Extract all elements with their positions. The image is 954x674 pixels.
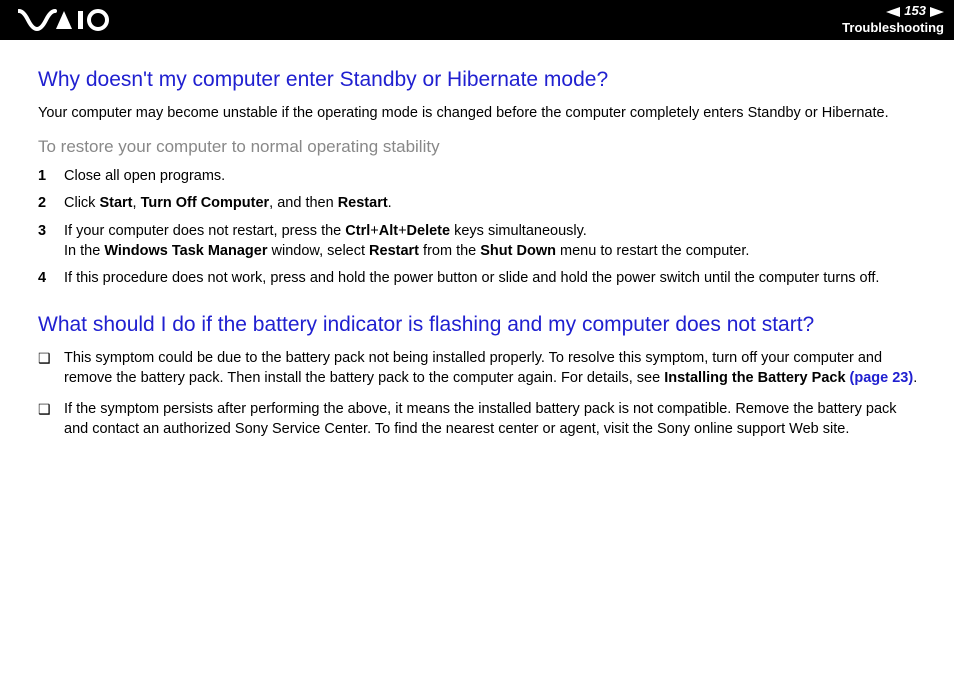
step-body: Click Start, Turn Off Computer, and then… [64,194,924,214]
prev-page-arrow-icon[interactable] [886,7,900,17]
step-item: 2 Click Start, Turn Off Computer, and th… [38,194,924,214]
step-body: Close all open programs. [64,167,924,187]
page-number: 153 [904,3,926,20]
bullet-item: ❑ If the symptom persists after performi… [38,400,924,439]
bullet-icon: ❑ [38,349,64,388]
step-item: 1 Close all open programs. [38,167,924,187]
vaio-logo [18,9,110,31]
bullet-list: ❑ This symptom could be due to the batte… [38,349,924,439]
bullet-item: ❑ This symptom could be due to the batte… [38,349,924,388]
step-number: 3 [38,222,64,261]
header-bar: 153 Troubleshooting [0,0,954,40]
question-heading-2: What should I do if the battery indicato… [38,311,924,339]
step-number: 1 [38,167,64,187]
page-content: Why doesn't my computer enter Standby or… [0,40,954,461]
next-page-arrow-icon[interactable] [930,7,944,17]
step-number: 4 [38,269,64,289]
sub-heading: To restore your computer to normal opera… [38,136,924,159]
step-item: 4 If this procedure does not work, press… [38,269,924,289]
bullet-body: If the symptom persists after performing… [64,400,924,439]
step-body: If this procedure does not work, press a… [64,269,924,289]
step-number: 2 [38,194,64,214]
bullet-body: This symptom could be due to the battery… [64,349,924,388]
page-nav: 153 Troubleshooting [842,3,944,37]
step-item: 3 If your computer does not restart, pre… [38,222,924,261]
intro-paragraph: Your computer may become unstable if the… [38,104,924,124]
bullet-icon: ❑ [38,400,64,439]
steps-list: 1 Close all open programs. 2 Click Start… [38,167,924,289]
section-label: Troubleshooting [842,20,944,37]
page-link[interactable]: (page 23) [850,370,914,386]
step-body: If your computer does not restart, press… [64,222,924,261]
question-heading-1: Why doesn't my computer enter Standby or… [38,66,924,94]
